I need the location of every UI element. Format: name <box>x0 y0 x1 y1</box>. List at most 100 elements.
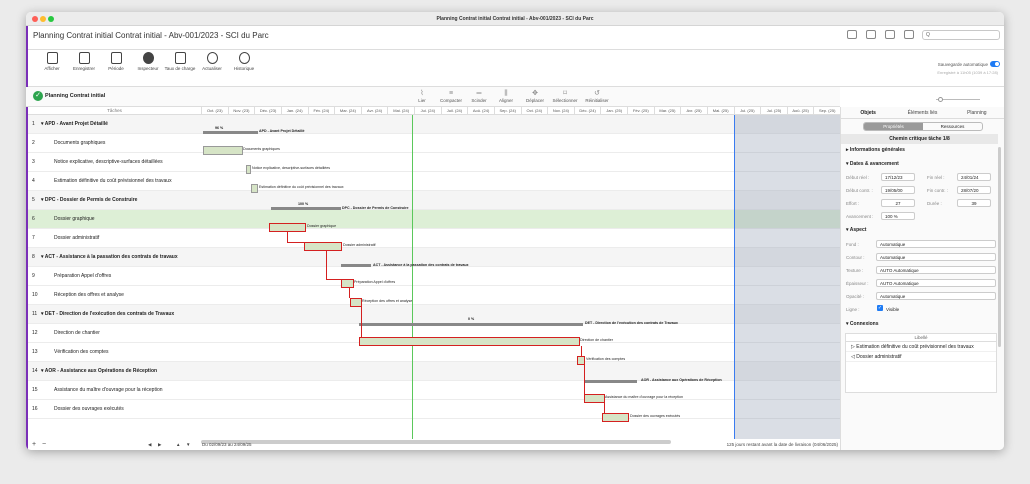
month-label: Aoû. (24) <box>467 107 494 115</box>
section-aspect[interactable]: ▾ Aspect <box>846 227 866 233</box>
window-icon[interactable] <box>904 30 914 39</box>
inspector-scrollbar[interactable] <box>998 147 1001 347</box>
task-row[interactable]: 14 ▾ AOR - Assistance aux Opérations de R… <box>28 362 201 381</box>
align-action[interactable]: ⫼ Aligner <box>491 89 521 103</box>
task-bar-16[interactable] <box>602 413 629 422</box>
task-bar-6[interactable] <box>269 223 306 232</box>
task-bar-4[interactable] <box>251 184 258 193</box>
task-name: Vérification des comptes <box>54 349 109 355</box>
task-bar-2[interactable] <box>203 146 243 155</box>
section-connexions[interactable]: ▾ Connexions <box>846 321 879 327</box>
task-row[interactable]: 13 Vérification des comptes <box>28 343 201 362</box>
aor-summary-bar[interactable] <box>584 380 637 383</box>
split-action[interactable]: ═ Scinder <box>464 89 494 103</box>
task-row[interactable]: 9 Préparation Appel d'offres <box>28 267 201 286</box>
field-debut-contr[interactable]: 19/05/00 <box>881 186 915 194</box>
task-row[interactable]: 2 Documents graphiques <box>28 134 201 153</box>
ligne-checkbox[interactable]: ✓ <box>877 305 883 311</box>
nav-left-icon[interactable]: ◀ <box>148 442 151 448</box>
connection-row[interactable]: ◁ Dossier administratif <box>846 352 996 362</box>
print-icon[interactable] <box>847 30 857 39</box>
task-row[interactable]: 7 Dossier administratif <box>28 229 201 248</box>
field-fin-contr[interactable]: 28/07/20 <box>957 186 991 194</box>
task-name: Dossier graphique <box>54 216 95 222</box>
select-epaisseur[interactable]: AUTO Automatique <box>876 279 996 287</box>
field-fin-reel[interactable]: 24/01/24 <box>957 173 991 181</box>
task-row[interactable]: 1 ▾ APD - Avant Projet Détaillé <box>28 115 201 134</box>
history-button[interactable]: Historique <box>224 52 264 71</box>
task-bar-15[interactable] <box>584 394 605 403</box>
add-task-button[interactable]: + <box>32 441 36 448</box>
segment-properties[interactable]: Propriétés <box>864 123 923 130</box>
calendar-icon <box>46 52 58 64</box>
task-number: 4 <box>32 178 35 184</box>
task-bar-13[interactable] <box>577 356 585 365</box>
zoom-slider-knob[interactable] <box>938 97 943 102</box>
task-bar-7[interactable] <box>304 242 342 251</box>
field-effort[interactable]: 27 <box>881 199 915 207</box>
nav-up-icon[interactable]: ▲ <box>176 442 180 447</box>
task-row[interactable]: 10 Réception des offres et analyse <box>28 286 201 305</box>
section-info[interactable]: ▸ Informations générales <box>846 147 905 153</box>
nav-down-icon[interactable]: ▼ <box>186 442 190 447</box>
search-input[interactable]: Q <box>922 30 1000 40</box>
task-row[interactable]: 3 Notice explicative, descriptive-surface… <box>28 153 201 172</box>
dependency-arrow <box>584 365 585 394</box>
reset-action[interactable]: ↺ Réinitialiser <box>582 89 612 103</box>
task-bar-3[interactable] <box>246 165 251 174</box>
past-deadline-shade <box>735 115 840 439</box>
task-row[interactable]: 15 Assistance du maître d'ouvrage pour la… <box>28 381 201 400</box>
section-dates[interactable]: ▾ Dates & avancement <box>846 161 899 167</box>
tab-planning[interactable]: Planning <box>950 107 1004 118</box>
task-row[interactable]: 4 Estimation définitive du coût prévision… <box>28 172 201 191</box>
task-row[interactable]: 8 ▾ ACT - Assistance à la passation des c… <box>28 248 201 267</box>
field-avancement[interactable]: 100 % <box>881 212 915 220</box>
tab-objets[interactable]: Objets <box>841 107 895 118</box>
document-title: Planning Contrat initial Contrat initial… <box>33 31 269 40</box>
task-row[interactable]: 16 Dossier des ouvrages exécutés <box>28 400 201 419</box>
tab-elements-lies[interactable]: Éléments liés <box>895 107 949 118</box>
month-label: Avr. (24) <box>360 107 388 115</box>
select-action[interactable]: ⌑ Sélectionner <box>550 89 580 103</box>
act-summary-bar[interactable] <box>341 264 371 267</box>
month-label: Nov. (23) <box>227 107 255 115</box>
field-debut-reel[interactable]: 17/12/23 <box>881 173 915 181</box>
task-number: 3 <box>32 159 35 165</box>
select-texture[interactable]: AUTO Automatique <box>876 266 996 274</box>
month-label: Sep. (24) <box>493 107 521 115</box>
planning-toolbar: ✓ Planning Contrat initial ⌇ Lier ≡ Compac… <box>26 87 840 107</box>
move-action[interactable]: ✥ Déplacer <box>520 89 550 103</box>
nav-right-icon[interactable]: ▶ <box>158 442 161 448</box>
select-opacite[interactable]: Automatique <box>876 292 996 300</box>
task-name: Dossier des ouvrages exécutés <box>54 406 124 412</box>
month-header: Oct. (23) Nov. (23) Déc. (23) Jan. (24) Fév.… <box>201 107 840 115</box>
task-row[interactable]: 6 Dossier graphique <box>28 210 201 229</box>
task-list: Tâches 1 ▾ APD - Avant Projet Détaillé 2 Do… <box>28 107 201 439</box>
task-number: 7 <box>32 235 35 241</box>
task-row[interactable]: 12 Direction de chantier <box>28 324 201 343</box>
link-action[interactable]: ⌇ Lier <box>407 89 437 103</box>
dpc-summary-bar[interactable] <box>271 207 341 210</box>
share-icon[interactable] <box>885 30 895 39</box>
field-duree[interactable]: 39 <box>957 199 991 207</box>
compact-action[interactable]: ≡ Compacter <box>436 89 466 103</box>
det-label: DET - Direction de l'exécution des contr… <box>585 321 678 325</box>
export-icon[interactable] <box>866 30 876 39</box>
month-label: Mai. (25) <box>706 107 734 115</box>
select-fond[interactable]: Automatique <box>876 240 996 248</box>
check-icon: ✓ <box>33 91 43 101</box>
select-contour[interactable]: Automatique <box>876 253 996 261</box>
task-bar-10[interactable] <box>350 298 362 307</box>
apd-summary-bar[interactable] <box>203 131 258 134</box>
task-row[interactable]: 11 ▾ DET - Direction de l'exécution des c… <box>28 305 201 324</box>
det-summary-bar[interactable] <box>359 323 583 326</box>
dpc-percent: 100 % <box>298 202 309 206</box>
task-row[interactable]: 5 ▾ DPC - Dossier de Permis de Construire <box>28 191 201 210</box>
task-bar-12[interactable] <box>359 337 580 346</box>
connection-row[interactable]: ▷ Estimation définitive du coût prévisio… <box>846 342 996 352</box>
segment-resources[interactable]: Ressources <box>923 123 982 130</box>
autosave-toggle[interactable] <box>990 61 1000 67</box>
task-bar-9[interactable] <box>341 279 354 288</box>
month-label: Mar. (25) <box>653 107 681 115</box>
remove-task-button[interactable]: − <box>42 441 46 448</box>
